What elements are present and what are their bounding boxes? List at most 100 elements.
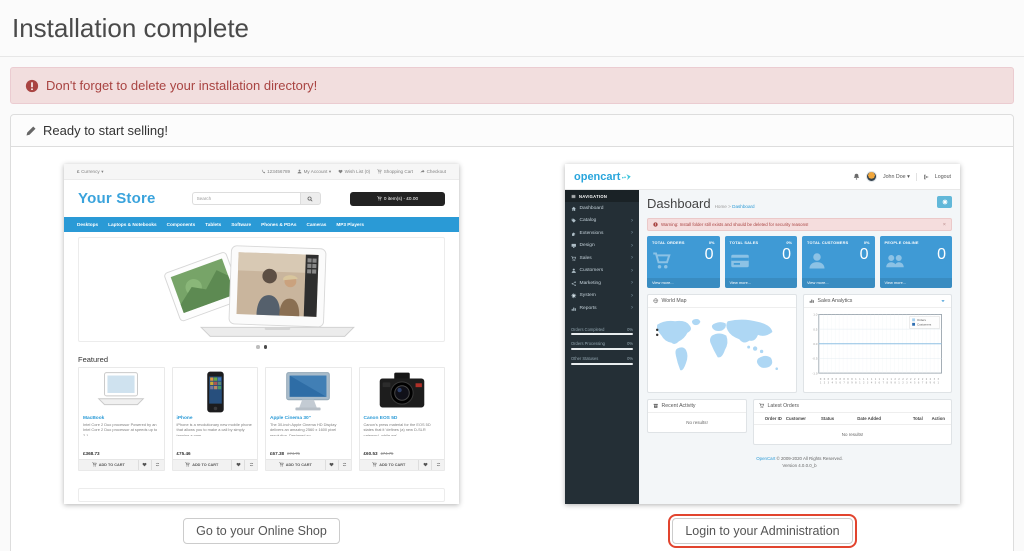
share-icon bbox=[420, 169, 425, 174]
admin-footer: OpenCart © 2009-2020 All Rights Reserved… bbox=[647, 455, 952, 470]
ready-panel: Ready to start selling! £ Currency ▾ bbox=[10, 114, 1014, 551]
nav-item: Laptops & Notebooks bbox=[108, 222, 156, 227]
sidebar-item-marketing: Marketing› bbox=[565, 277, 639, 290]
nav-item: Desktops bbox=[77, 222, 98, 227]
ready-panel-title: Ready to start selling! bbox=[43, 123, 168, 138]
apple-cinema-product-image bbox=[277, 369, 339, 415]
featured-products: MacBook Intel Core 2 Duo processor Power… bbox=[64, 367, 459, 471]
view-more-link: View more... bbox=[880, 278, 953, 288]
wish-list-link: Wish List (0) bbox=[338, 169, 370, 174]
orders-table-header: Order ID Customer Status Date Added Tota… bbox=[754, 413, 951, 425]
chart-legend: Orders Customers bbox=[910, 317, 940, 329]
product-description: iPhone is a revolutionary new mobile pho… bbox=[173, 421, 258, 436]
compare-icon bbox=[436, 462, 441, 467]
progress-bar bbox=[571, 348, 633, 350]
login-to-administration-button[interactable]: Login to your Administration bbox=[672, 518, 852, 544]
cart-icon bbox=[571, 256, 577, 262]
delete-directory-alert: Don't forget to delete your installation… bbox=[10, 67, 1014, 104]
search-box bbox=[192, 192, 321, 205]
admin-sidebar: NAVIGATION Dashboard Catalog› Extensions… bbox=[565, 190, 639, 504]
heart-icon bbox=[142, 462, 147, 467]
storefront-navbar: Desktops Laptops & Notebooks Components … bbox=[64, 217, 459, 232]
nav-item: Tablets bbox=[205, 222, 221, 227]
svg-text:-0.5: -0.5 bbox=[812, 357, 818, 361]
search-button bbox=[300, 192, 321, 205]
page-header: Installation complete bbox=[0, 0, 1024, 57]
storefront-topbar: £ Currency ▾ 123456789 My Account bbox=[64, 164, 459, 180]
currency-symbol: £ bbox=[77, 169, 80, 174]
sidebar-item-dashboard: Dashboard bbox=[565, 202, 639, 215]
search-icon bbox=[307, 196, 313, 202]
view-more-link: View more... bbox=[647, 278, 720, 288]
dashboard-settings-button bbox=[937, 196, 952, 208]
opencart-logo: opencart bbox=[574, 171, 633, 183]
sidebar-item-reports: Reports› bbox=[565, 302, 639, 315]
opencart-arrow-icon bbox=[622, 173, 633, 181]
product-card-canon-eos: Canon EOS 5D Canon's press material for … bbox=[359, 367, 446, 471]
my-account-link: My Account ▾ bbox=[297, 169, 331, 175]
admin-content: Dashboard Home > Dashboard Warning: Inst… bbox=[639, 190, 960, 504]
user-avatar bbox=[866, 171, 877, 182]
product-card-apple-cinema: Apple Cinema 30" The 30-inch Apple Cinem… bbox=[265, 367, 352, 471]
chevron-right-icon: › bbox=[631, 305, 633, 311]
compare-button bbox=[244, 460, 257, 470]
wishlist-button bbox=[325, 460, 338, 470]
storefront-preview-screenshot: £ Currency ▾ 123456789 My Account bbox=[64, 164, 459, 504]
tag-icon bbox=[571, 218, 577, 224]
iphone-product-image bbox=[184, 369, 246, 415]
divider bbox=[916, 173, 917, 181]
cart-icon bbox=[185, 462, 190, 467]
caret-down-icon: ▾ bbox=[329, 169, 331, 175]
opencart-footer-link: OpenCart bbox=[756, 456, 775, 461]
line-chart-icon bbox=[809, 298, 815, 304]
product-price: £368.73 bbox=[83, 451, 100, 456]
admin-header: opencart John Doe ▾ Logout bbox=[565, 164, 960, 190]
sidebar-item-design: Design› bbox=[565, 240, 639, 253]
svg-text:-1.0: -1.0 bbox=[812, 371, 818, 375]
go-to-shop-button[interactable]: Go to your Online Shop bbox=[183, 518, 340, 544]
product-card-iphone: iPhone iPhone is a revolutionary new mob… bbox=[172, 367, 259, 471]
product-description: The 30-inch Apple Cinema HD Display deli… bbox=[266, 421, 351, 436]
alert-text: Don't forget to delete your installation… bbox=[46, 78, 317, 93]
product-actions: ADD TO CART bbox=[173, 459, 258, 470]
progress-label: Other Statuses bbox=[571, 356, 598, 361]
cart-icon bbox=[377, 169, 382, 174]
chevron-right-icon: › bbox=[631, 293, 633, 299]
heart-icon bbox=[329, 462, 334, 467]
chevron-right-icon: › bbox=[631, 280, 633, 286]
heart-icon bbox=[338, 169, 343, 174]
heart-icon bbox=[423, 462, 428, 467]
wishlist-button bbox=[231, 460, 244, 470]
chevron-right-icon: › bbox=[631, 255, 633, 261]
cart-icon bbox=[377, 196, 382, 201]
caret-down-icon: ▾ bbox=[101, 169, 103, 175]
cart-icon bbox=[279, 462, 284, 467]
phone-link: 123456789 bbox=[261, 169, 291, 174]
user-icon bbox=[297, 169, 302, 174]
compare-button bbox=[431, 460, 444, 470]
stat-tiles: TOTAL ORDERS0% 0 View more... TOTAL SALE… bbox=[647, 236, 952, 288]
chevron-right-icon: › bbox=[631, 243, 633, 249]
page-title: Installation complete bbox=[12, 13, 1012, 44]
archive-icon bbox=[653, 403, 659, 409]
carousel-dots bbox=[64, 345, 459, 349]
sidebar-item-catalog: Catalog› bbox=[565, 215, 639, 228]
compare-icon bbox=[342, 462, 347, 467]
nav-item: Components bbox=[167, 222, 196, 227]
tile-people-online: PEOPLE ONLINE 0 View more... bbox=[880, 236, 953, 288]
tile-total-customers: TOTAL CUSTOMERS0% 0 View more... bbox=[802, 236, 875, 288]
world-map bbox=[650, 310, 794, 390]
chevron-right-icon: › bbox=[631, 268, 633, 274]
sidebar-item-extensions: Extensions› bbox=[565, 227, 639, 240]
storefront-header: Your Store 0 item(s) - £0.00 bbox=[64, 180, 459, 217]
install-folder-warning: Warning: Install folder still exists and… bbox=[647, 218, 952, 231]
exclamation-circle-icon bbox=[653, 222, 658, 227]
user-menu: John Doe ▾ bbox=[883, 174, 910, 180]
cart-icon bbox=[759, 403, 765, 409]
macbook-product-image bbox=[90, 369, 152, 415]
globe-icon bbox=[653, 298, 659, 304]
progress-value: 0% bbox=[627, 327, 633, 332]
product-actions: ADD TO CART bbox=[360, 459, 445, 470]
product-actions: ADD TO CART bbox=[266, 459, 351, 470]
view-more-link: View more... bbox=[725, 278, 798, 288]
